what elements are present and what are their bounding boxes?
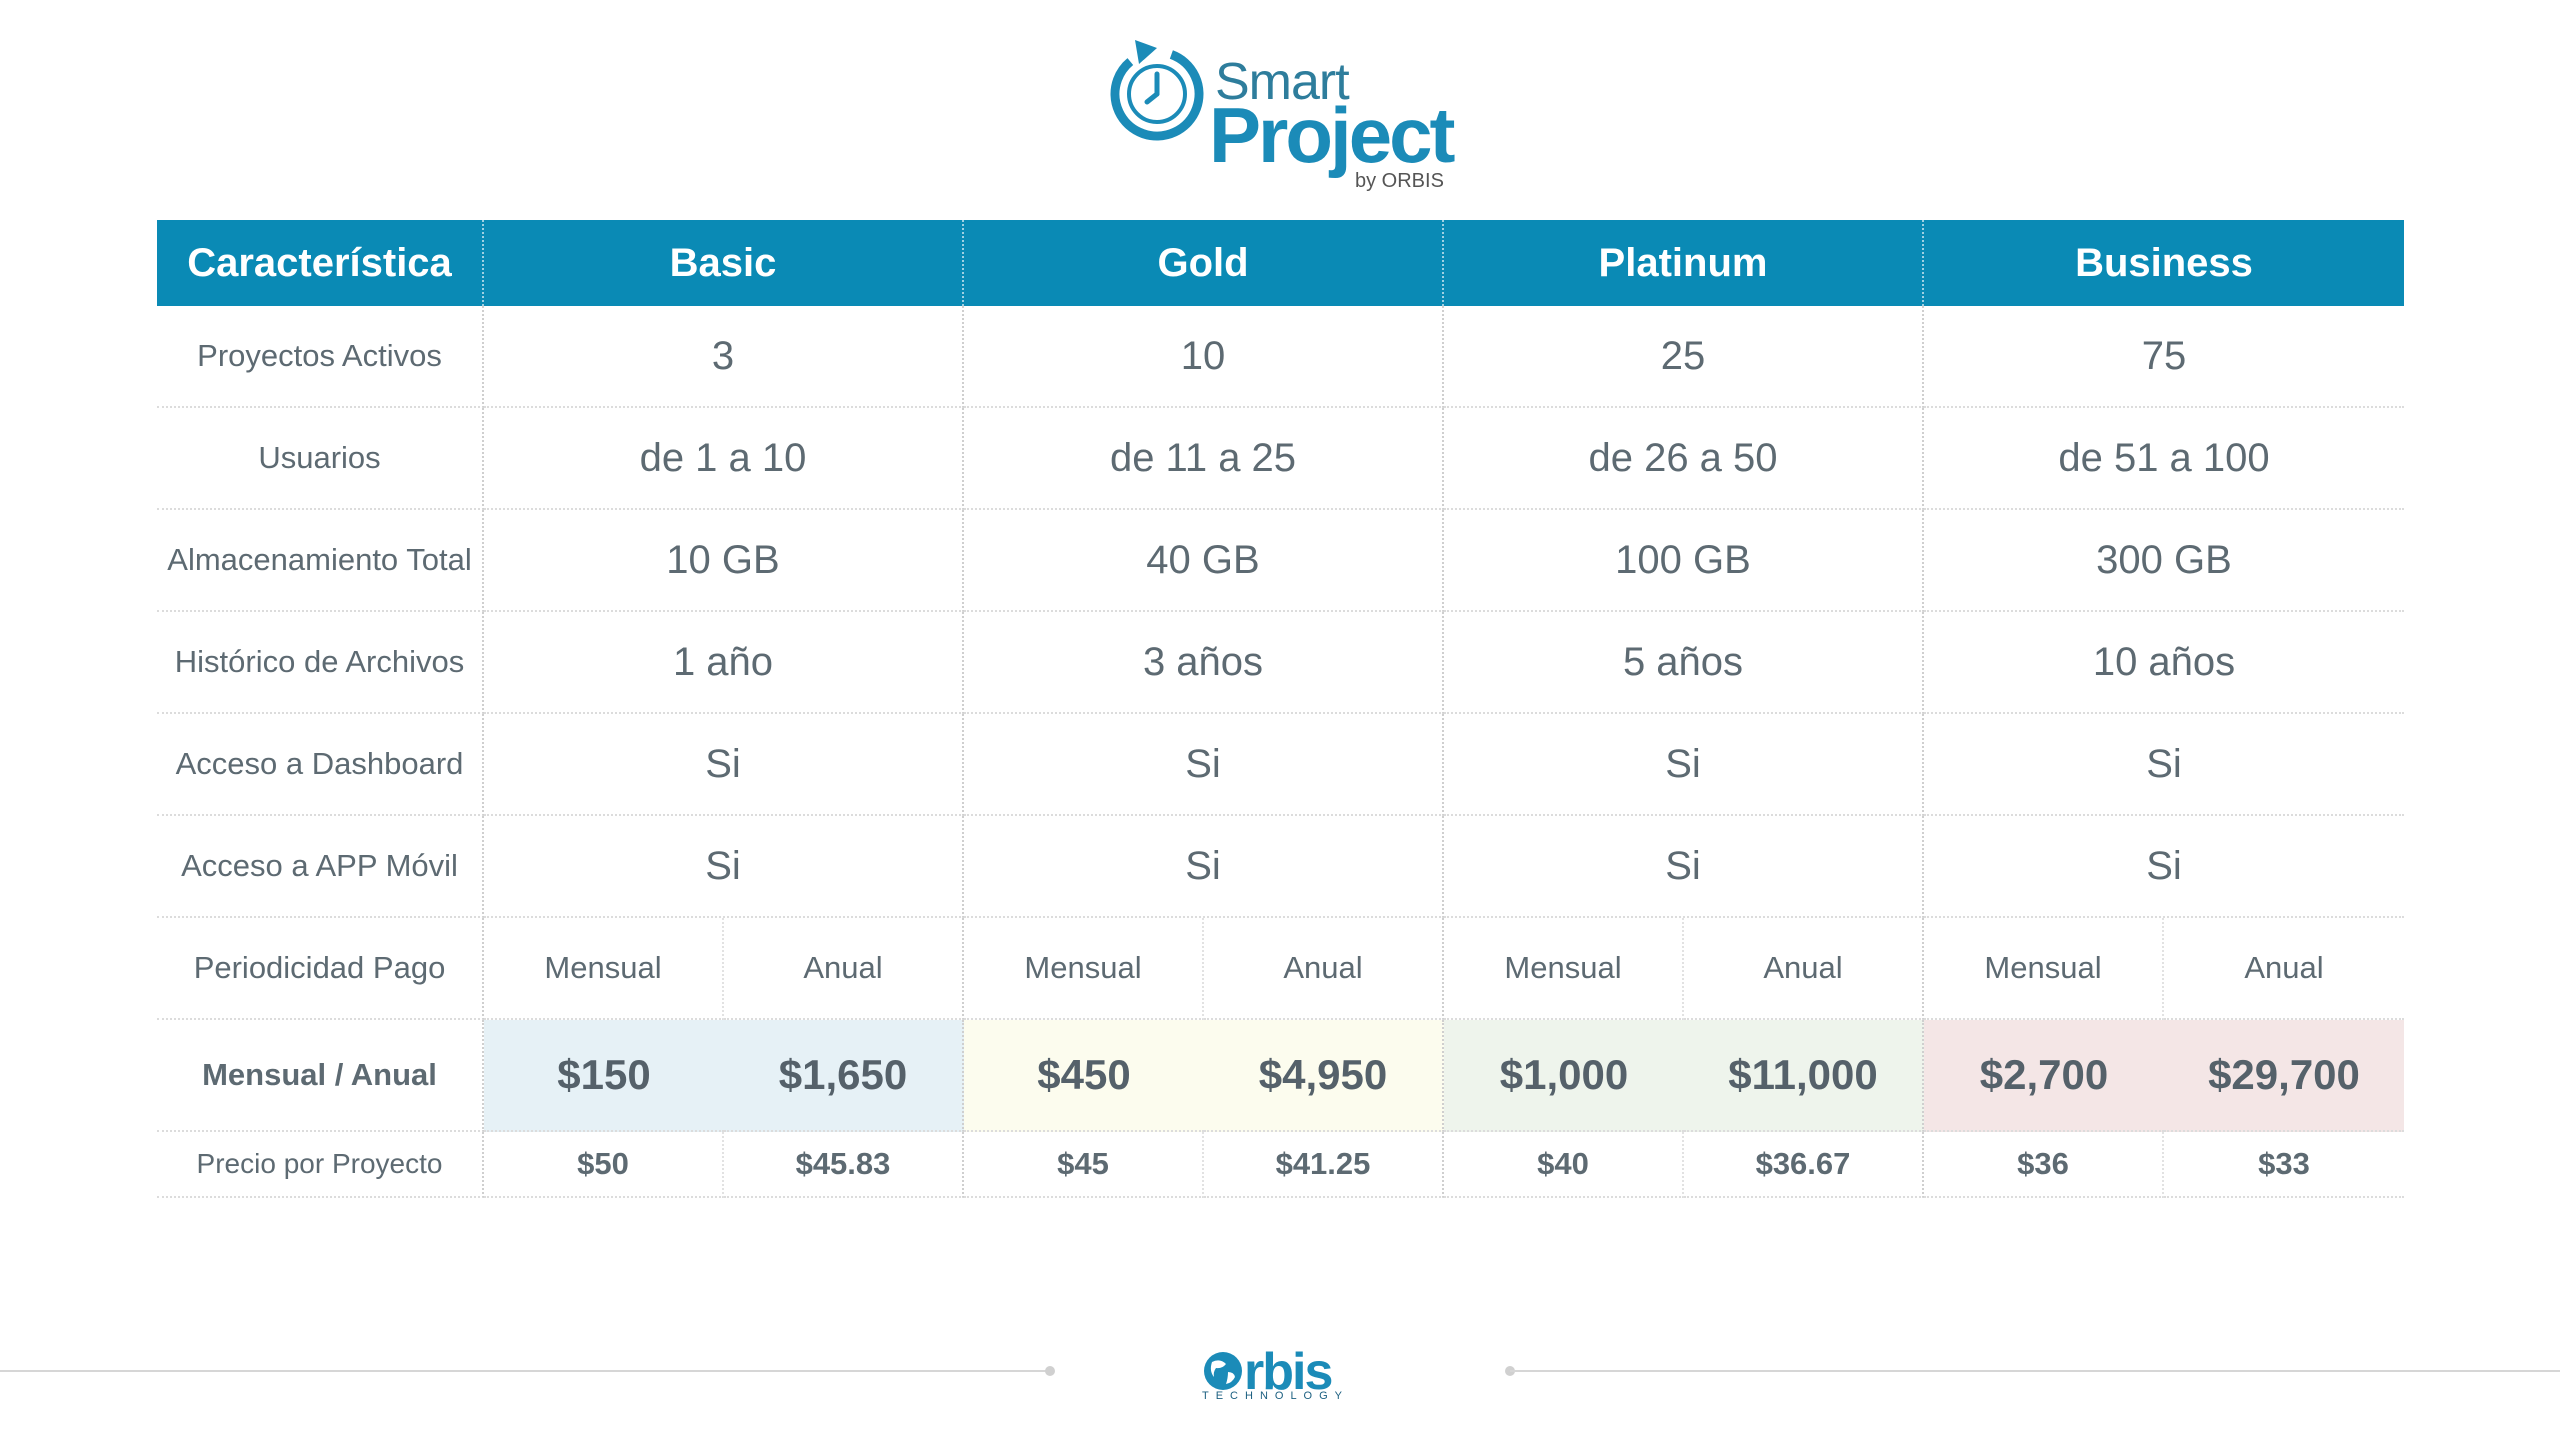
value-cell: Si [964,714,1444,816]
per-project-value: $33 [2164,1132,2404,1198]
value-cell: 40 GB [964,510,1444,612]
price-gold-monthly: $450 [964,1020,1204,1132]
per-project-value: $41.25 [1204,1132,1444,1198]
feature-label: Histórico de Archivos [157,612,484,714]
value-cell: de 51 a 100 [1924,408,2404,510]
period-monthly: Mensual [1924,918,2164,1020]
feature-label: Acceso a Dashboard [157,714,484,816]
value-cell: 10 GB [484,510,964,612]
period-monthly: Mensual [964,918,1204,1020]
price-basic-monthly: $150 [484,1020,724,1132]
value-cell: 5 años [1444,612,1924,714]
per-project-value: $50 [484,1132,724,1198]
period-annual: Anual [1684,918,1924,1020]
header-plan-business: Business [1924,220,2404,306]
period-monthly: Mensual [1444,918,1684,1020]
value-cell: 1 año [484,612,964,714]
price-row-label: Mensual / Anual [157,1020,484,1132]
header-feature: Característica [157,220,484,306]
header-plan-basic: Basic [484,220,964,306]
price-basic-annual: $1,650 [724,1020,964,1132]
value-cell: de 11 a 25 [964,408,1444,510]
period-monthly: Mensual [484,918,724,1020]
price-business-monthly: $2,700 [1924,1020,2164,1132]
header-plan-platinum: Platinum [1444,220,1924,306]
clock-arrow-icon [1110,40,1204,141]
per-project-label: Precio por Proyecto [157,1132,484,1198]
period-annual: Anual [724,918,964,1020]
feature-label: Almacenamiento Total [157,510,484,612]
per-project-value: $40 [1444,1132,1684,1198]
per-project-value: $36 [1924,1132,2164,1198]
footer-divider-right [1510,1370,2560,1372]
feature-label: Usuarios [157,408,484,510]
value-cell: 100 GB [1444,510,1924,612]
pricing-table: Característica Basic Gold Platinum Busin… [157,220,2404,1198]
value-cell: 25 [1444,306,1924,408]
value-cell: de 1 a 10 [484,408,964,510]
per-project-value: $36.67 [1684,1132,1924,1198]
price-platinum-annual: $11,000 [1684,1020,1924,1132]
logo-byline: by ORBIS [1355,170,1444,192]
orbis-logo: rbis TECHNOLOGY [1200,1342,1350,1402]
value-cell: 300 GB [1924,510,2404,612]
period-annual: Anual [2164,918,2404,1020]
period-annual: Anual [1204,918,1444,1020]
value-cell: 3 años [964,612,1444,714]
value-cell: 10 [964,306,1444,408]
value-cell: 75 [1924,306,2404,408]
value-cell: de 26 a 50 [1444,408,1924,510]
value-cell: 10 años [1924,612,2404,714]
per-project-value: $45.83 [724,1132,964,1198]
price-gold-annual: $4,950 [1204,1020,1444,1132]
footer-divider-dot [1045,1366,1055,1376]
value-cell: Si [1924,714,2404,816]
orbis-tagline: TECHNOLOGY [1202,1390,1350,1402]
footer-divider-left [0,1370,1050,1372]
header-plan-gold: Gold [964,220,1444,306]
price-platinum-monthly: $1,000 [1444,1020,1684,1132]
value-cell: Si [1924,816,2404,918]
feature-label: Acceso a APP Móvil [157,816,484,918]
smart-project-logo: Smart Project by ORBIS [1105,30,1455,192]
value-cell: Si [1444,816,1924,918]
logo-project-text: Project [1209,91,1455,179]
value-cell: Si [1444,714,1924,816]
globe-icon [1204,1352,1242,1390]
price-business-annual: $29,700 [2164,1020,2404,1132]
value-cell: Si [484,816,964,918]
feature-label: Proyectos Activos [157,306,484,408]
value-cell: Si [964,816,1444,918]
value-cell: 3 [484,306,964,408]
periodicity-label: Periodicidad Pago [157,918,484,1020]
per-project-value: $45 [964,1132,1204,1198]
value-cell: Si [484,714,964,816]
